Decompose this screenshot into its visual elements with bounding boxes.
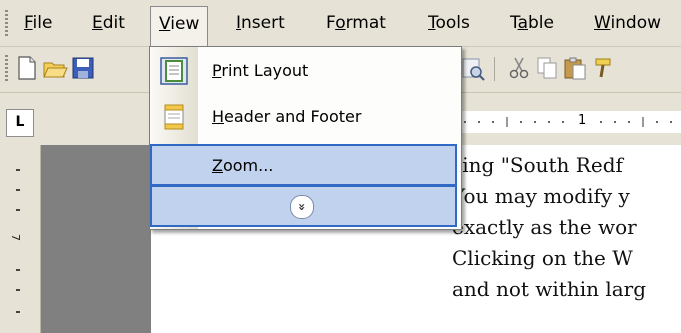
copy-icon[interactable] [534,55,560,81]
ruler-number: 1 [578,113,587,128]
ruler-tick [16,269,20,271]
vertical-ruler[interactable]: 7 [0,145,41,333]
menu-item-label: Print Layout [212,61,309,80]
menu-item-zoom[interactable]: Zoom... [150,144,457,186]
ruler-ticks [464,117,672,127]
format-painter-icon[interactable] [592,55,618,81]
ruler-tick [16,189,20,191]
paste-icon[interactable] [562,55,588,81]
menu-item-label: Header and Footer [212,107,362,126]
menu-item-header-and-footer[interactable]: Header and Footer [150,95,461,139]
cut-icon[interactable] [506,55,532,81]
menu-view[interactable]: View [150,6,209,47]
menu-bar: File Edit View Insert Format Tools Table… [0,0,681,47]
ruler-tick [16,311,20,313]
menu-edit[interactable]: Edit [92,6,125,40]
ruler-tick [16,289,20,291]
open-folder-icon[interactable] [42,55,68,81]
document-line: You may modify y [452,184,630,208]
menu-item-print-layout[interactable]: Print Layout [150,49,461,93]
document-line: sing "South Redf [452,153,623,177]
save-icon[interactable] [70,55,96,81]
menu-table[interactable]: Table [510,6,554,40]
menu-tools[interactable]: Tools [428,6,470,40]
document-body[interactable]: sing "South Redf You may modify y exactl… [452,150,681,305]
tab-stop-selector[interactable]: L [6,109,34,137]
print-layout-icon [160,57,188,85]
horizontal-ruler[interactable]: 1 [455,111,681,133]
research-icon[interactable] [460,55,486,81]
menu-insert[interactable]: Insert [236,6,285,40]
menu-item-label: Zoom... [212,156,274,175]
new-document-icon[interactable] [14,55,40,81]
toolbar-grip[interactable] [5,55,8,83]
menu-file[interactable]: File [24,6,52,40]
header-footer-icon [164,104,184,130]
menu-expand-row[interactable]: » [150,185,457,227]
menu-format[interactable]: Format [326,6,386,40]
view-menu-dropdown: Print Layout Header and Footer Zoom... » [149,46,462,230]
document-line: Clicking on the W [452,246,633,270]
chevron-double-down-icon[interactable]: » [290,195,314,219]
menu-window[interactable]: Window [594,6,661,40]
ruler-number: 7 [9,234,22,241]
document-line: exactly as the wor [452,215,637,239]
page-margin-area [41,145,151,333]
document-line: and not within larg [452,277,647,301]
ruler-tick [16,209,20,211]
toolbar-separator [494,57,495,81]
ruler-tick [16,169,20,171]
menubar-grip[interactable] [5,10,8,36]
